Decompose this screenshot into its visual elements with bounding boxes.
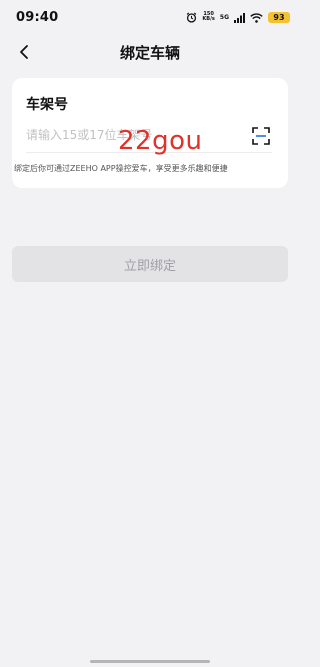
back-button[interactable]	[10, 38, 38, 66]
scan-icon	[252, 127, 270, 145]
battery-indicator: 93	[268, 11, 290, 23]
page-title: 绑定车辆	[119, 43, 180, 62]
bind-hint: 绑定后你可通过ZEEHO APP操控爱车，享受更多乐趣和便捷	[14, 164, 228, 173]
network-speed: 150 KB/s	[202, 11, 215, 22]
signal-icon	[234, 8, 245, 27]
vin-label: 车架号	[26, 97, 68, 113]
network-type: 5G	[219, 13, 229, 21]
status-bar: 09:40 150 KB/s 5G 93	[0, 0, 300, 34]
bind-now-button[interactable]: 立即绑定	[12, 246, 288, 282]
home-indicator[interactable]	[90, 660, 210, 663]
navigation-bar: 绑定车辆	[0, 34, 300, 70]
scan-button[interactable]	[252, 127, 270, 145]
status-time: 09:40	[16, 9, 59, 25]
alarm-icon	[186, 8, 197, 27]
chevron-left-icon	[20, 45, 28, 59]
watermark-text: 22gou	[118, 126, 203, 156]
status-icons: 150 KB/s 5G 93	[186, 8, 290, 27]
wifi-icon	[250, 8, 263, 27]
